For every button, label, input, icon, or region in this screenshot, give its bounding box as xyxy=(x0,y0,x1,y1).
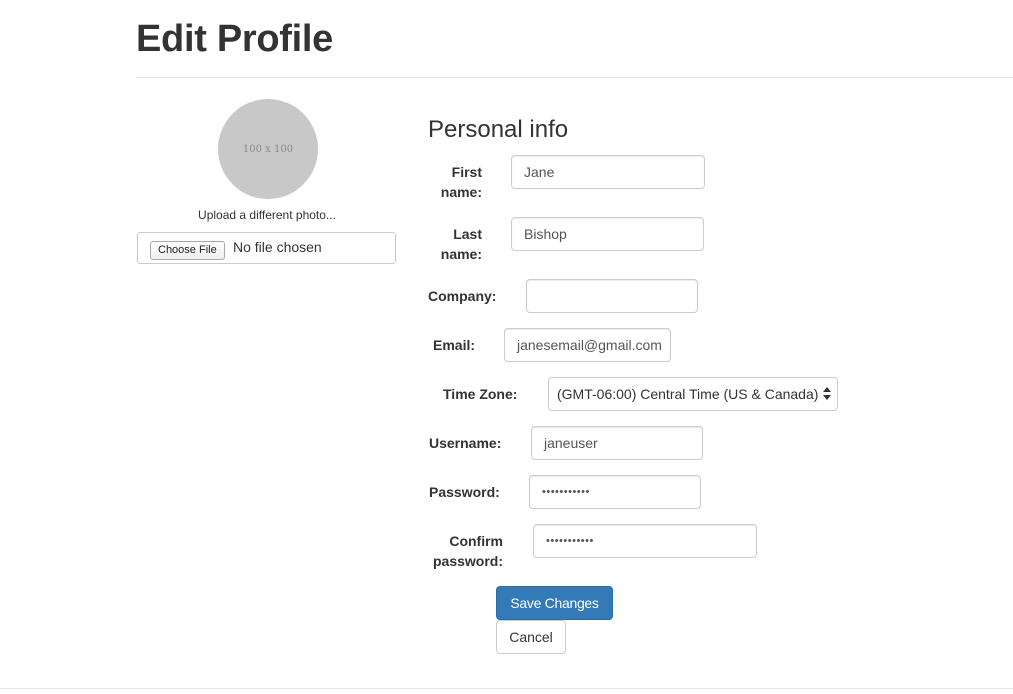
company-label: Company: xyxy=(428,288,497,304)
footer-divider xyxy=(0,688,1013,689)
first-name-label-line1: First xyxy=(451,164,482,180)
save-changes-button[interactable]: Save Changes xyxy=(496,586,613,620)
confirm-password-input[interactable]: ••••••••••• xyxy=(533,524,757,558)
select-arrows-icon xyxy=(823,387,831,401)
confirm-password-label-line2: password: xyxy=(433,553,504,569)
upload-photo-label: Upload a different photo... xyxy=(198,208,336,222)
username-input[interactable]: janeuser xyxy=(531,426,703,460)
first-name-label-line2: name: xyxy=(440,184,482,200)
first-name-input[interactable]: Jane xyxy=(511,155,705,189)
last-name-input[interactable]: Bishop xyxy=(511,217,704,251)
email-label: Email: xyxy=(433,337,476,353)
choose-file-button[interactable]: Choose File xyxy=(150,241,225,260)
avatar-placeholder-text: 100 x 100 xyxy=(242,143,294,155)
username-label: Username: xyxy=(429,435,502,451)
page-title: Edit Profile xyxy=(136,18,333,60)
time-zone-selected-value: (GMT-06:00) Central Time (US & Canada) xyxy=(557,386,819,402)
section-title: Personal info xyxy=(428,116,569,143)
confirm-password-label-line1: Confirm xyxy=(449,533,503,549)
time-zone-select[interactable]: (GMT-06:00) Central Time (US & Canada) xyxy=(548,377,838,411)
file-status-text: No file chosen xyxy=(233,239,322,255)
password-label: Password: xyxy=(429,484,500,500)
time-zone-label: Time Zone: xyxy=(443,386,518,402)
last-name-label-line1: Last xyxy=(453,226,482,242)
title-divider xyxy=(136,77,1013,78)
avatar-placeholder: 100 x 100 xyxy=(218,99,318,199)
password-input[interactable]: ••••••••••• xyxy=(529,475,701,509)
company-input[interactable] xyxy=(526,279,698,313)
file-upload-field[interactable]: Choose File No file chosen xyxy=(137,232,396,264)
confirm-password-label: Confirm password: xyxy=(433,531,503,571)
last-name-label: Last name: xyxy=(422,224,482,264)
first-name-label: First name: xyxy=(422,162,482,202)
last-name-label-line2: name: xyxy=(440,246,482,262)
cancel-button[interactable]: Cancel xyxy=(496,620,566,654)
email-input[interactable]: janesemail@gmail.com xyxy=(504,328,671,362)
